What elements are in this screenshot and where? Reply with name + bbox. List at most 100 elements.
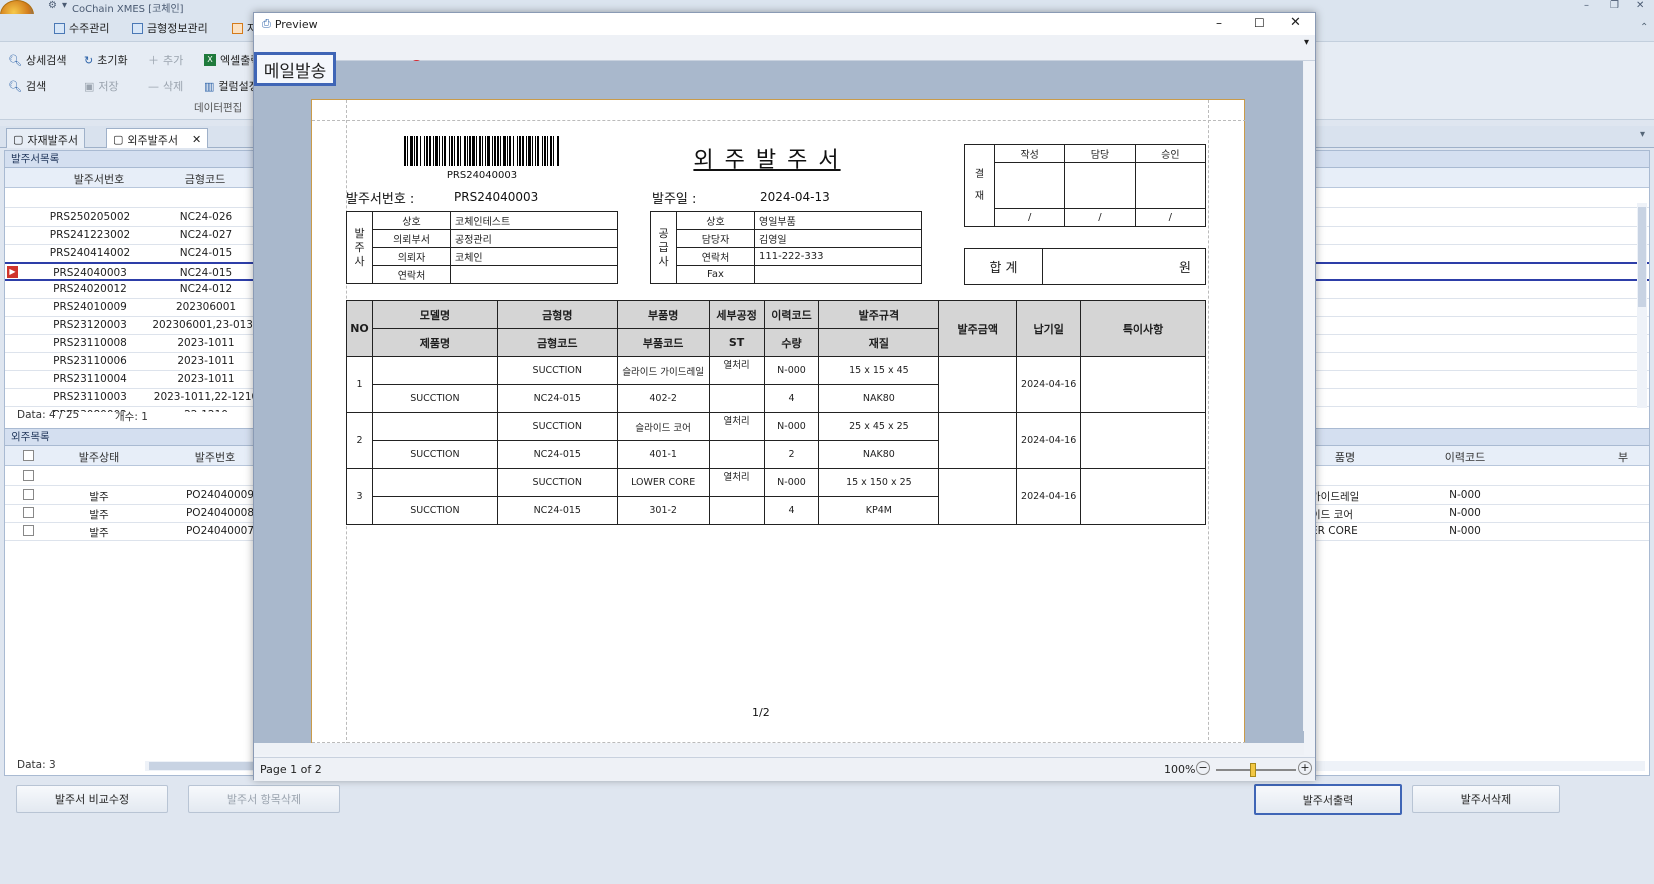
table-header: 이력코드 [763,300,820,329]
row-checkbox[interactable] [23,525,34,536]
barcode-bar [424,136,425,166]
party-field-label: 상호 [372,211,451,230]
order-list-scrollbar[interactable] [1637,203,1647,408]
print-order-button[interactable]: 발주서출력 [1254,784,1402,815]
settings-icon[interactable]: ⚙ [48,0,57,11]
tab-outsourcing-order[interactable]: ▢ 외주발주서 ✕ [106,128,209,148]
barcode-bar [482,136,483,166]
ribbon-collapse-icon[interactable]: ⌃ [1640,22,1648,33]
tab-material-order[interactable]: ▢ 자재발주서 [6,128,86,148]
item-cell: 402-2 [616,384,710,413]
item-cell: KP4M [818,496,940,525]
select-all-checkbox[interactable] [23,450,34,461]
order-icon [54,22,65,34]
excel-export-button[interactable]: X 엑셀출력 [204,52,260,68]
column-header[interactable]: 발주상태 [49,449,149,465]
column-header[interactable]: 이력코드 [1415,449,1515,465]
due-date-cell: 2024-04-16 [1016,356,1082,413]
party-field-value: 코체인 [450,247,618,266]
history-code-cell: N-000 [1449,507,1481,519]
party-side-label: 공급사 [650,211,677,284]
column-header[interactable]: 발주번호 [165,449,265,465]
delete-item-button[interactable]: 발주서 항목삭제 [188,785,340,813]
delete-button[interactable]: — 삭제 [148,78,183,94]
detail-search-button[interactable]: 🔍︎ 상세검색 [8,52,66,68]
barcode-text: PRS24040003 [446,170,518,181]
column-header[interactable]: 부 [1603,449,1643,465]
compare-edit-button[interactable]: 발주서 비교수정 [16,785,168,813]
column-header[interactable]: 금형코드 [155,171,255,187]
approval-header: 담당 [1064,144,1136,163]
filter-checkbox[interactable] [23,470,34,481]
barcode-bar [550,136,552,166]
party-field-label: 상호 [676,211,755,230]
zoom-slider[interactable] [1216,763,1296,777]
app-close-icon[interactable]: ✕ [1636,0,1644,11]
zoom-level: 100% [1164,763,1196,776]
item-cell [371,412,498,441]
tabs-menu-icon[interactable]: ▾ [1640,129,1645,140]
party-field-value: 코체인테스트 [450,211,618,230]
save-button[interactable]: ▣ 저장 [84,78,119,94]
barcode-bar [494,136,496,166]
table-header: 수량 [763,328,820,357]
mail-send-button[interactable]: 메일발송 [254,52,336,86]
barcode-bar [442,136,443,166]
search-button[interactable]: 🔍︎ 검색 [8,78,46,94]
table-header: 세부공정 [708,300,765,329]
menu-mold-info[interactable]: 금형정보관리 [132,20,208,36]
barcode-bar [451,136,453,166]
minimize-icon[interactable]: – [1216,16,1222,30]
add-button[interactable]: ＋ 추가 [148,52,183,68]
approval-header: 승인 [1134,144,1207,163]
mold-code-cell: 2023-1011,22-1210 [153,391,259,403]
barcode-bar [416,136,418,166]
preview-vertical-scrollbar[interactable] [1303,61,1304,731]
preview-canvas[interactable]: PRS24040003 외 주 발 주 서 발주서번호 : PRS2404000… [254,61,1304,754]
column-header[interactable]: 발주서번호 [49,171,149,187]
item-cell [708,496,765,525]
app-minimize-icon[interactable]: – [1584,0,1589,11]
chevron-down-icon[interactable]: ▾ [62,0,67,11]
barcode-bar [444,136,446,166]
barcode-bar [407,136,408,166]
close-tab-icon[interactable]: ✕ [192,133,201,146]
party-field-label: 연락처 [372,265,451,284]
approval-table: 결재 작성 담당 승인 / / / [964,144,1207,227]
row-checkbox[interactable] [23,489,34,500]
item-cell: 15 x 15 x 45 [818,356,940,385]
row-checkbox[interactable] [23,507,34,518]
menu-label: 금형정보관리 [147,22,208,35]
item-cell: 4 [763,496,820,525]
app-restore-icon[interactable]: ❐ [1610,0,1619,11]
row-indicator-icon: ▶ [7,266,18,278]
mold-code-cell: 2023-1011 [177,337,235,349]
zoom-out-icon[interactable]: − [1196,761,1210,775]
part-name-cell: 이드 코어 [1311,509,1353,521]
barcode-bar [513,136,514,166]
delete-order-button[interactable]: 발주서삭제 [1412,785,1560,813]
item-cell: 슬라이드 가이드레일 [616,356,710,385]
order-no-cell: PRS23120003 [53,319,127,331]
item-cell: 15 x 150 x 25 [818,468,940,497]
menu-order-management[interactable]: 수주관리 [54,20,109,36]
total-label: 합 계 [964,248,1043,285]
ribbon-group-label: 데이터편집 [194,102,243,114]
reset-button[interactable]: ↻ 초기화 [84,52,128,68]
approval-date: / [1064,208,1136,227]
item-cell: SUCCTION [371,384,498,413]
close-icon[interactable]: ✕ [1290,15,1301,30]
zoom-in-icon[interactable]: + [1298,761,1312,775]
item-cell: SUCCTION [496,356,618,385]
column-settings-button[interactable]: ▥ 컬럼설정 [204,78,259,94]
toolbar-overflow-icon[interactable]: ▾ [1304,37,1309,48]
barcode-bar [449,136,450,166]
maximize-icon[interactable]: ☐ [1254,16,1265,30]
column-header[interactable]: 품명 [1305,449,1385,465]
preview-horizontal-scrollbar[interactable] [254,743,1304,755]
document-icon: ▢ [13,133,24,146]
barcode-bar [487,136,490,166]
column-chart-icon: ▥ [204,79,215,93]
barcode-bar [479,136,481,166]
order-no-cell: PRS23110003 [53,391,127,403]
